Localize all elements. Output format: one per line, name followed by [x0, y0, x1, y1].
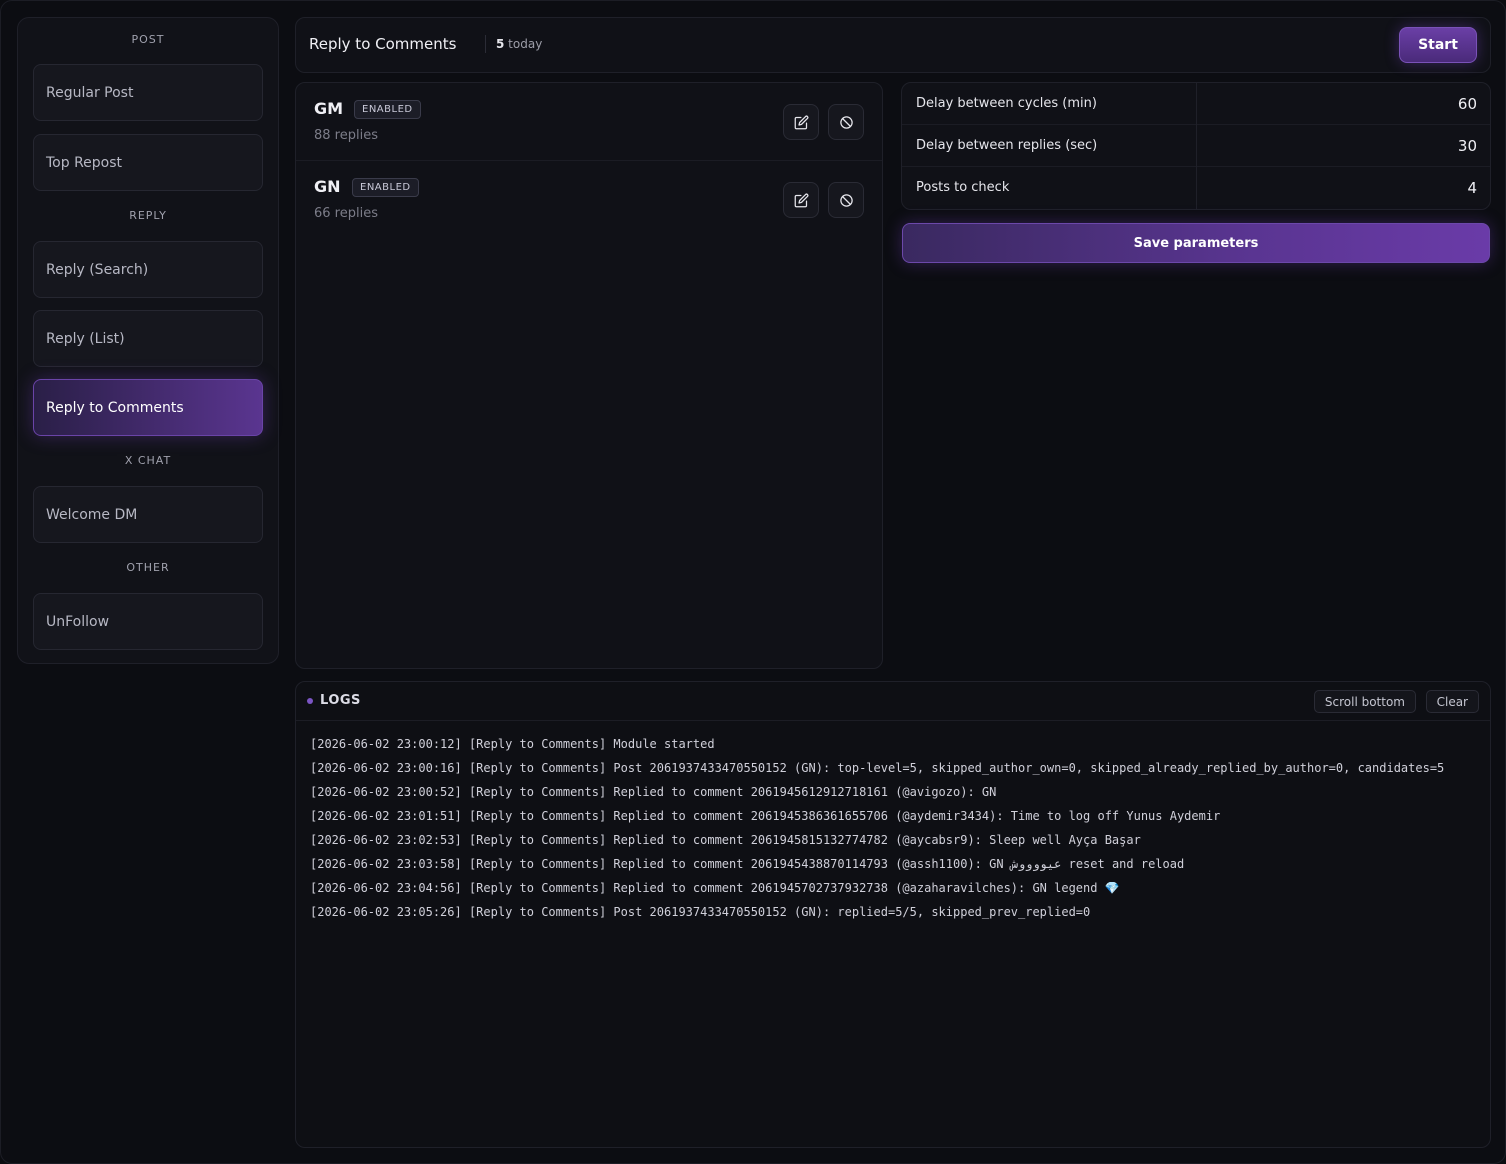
sidebar-item-top-repost[interactable]: Top Repost	[33, 134, 263, 191]
ban-icon	[839, 115, 853, 129]
ban-icon	[839, 193, 853, 207]
reply-template-row[interactable]: GM ENABLED 88 replies	[296, 83, 882, 161]
edit-button[interactable]	[783, 182, 819, 218]
param-row-cycle-delay: Delay between cycles (min) 60	[902, 83, 1490, 125]
param-label: Delay between replies (sec)	[916, 138, 1098, 153]
sidebar-item-label: Top Repost	[46, 154, 123, 171]
logs-title: LOGS	[320, 693, 361, 708]
section-label-post: POST	[18, 33, 278, 46]
log-line: [2026-06-02 23:03:58] [Reply to Comments…	[310, 857, 1185, 871]
edit-icon	[794, 193, 808, 207]
reply-template-row[interactable]: GN ENABLED 66 replies	[296, 161, 882, 239]
log-line: [2026-06-02 23:05:26] [Reply to Comments…	[310, 905, 1091, 919]
reply-templates-panel: GM ENABLED 88 replies GN ENABLED 66 repl…	[295, 82, 883, 669]
app-window: POST Regular Post Top Repost REPLY Reply…	[0, 0, 1506, 1164]
start-button[interactable]: Start	[1399, 27, 1477, 63]
today-count: 5 today	[496, 37, 543, 51]
param-row-reply-delay: Delay between replies (sec) 30	[902, 125, 1490, 167]
replies-count: 66 replies	[314, 206, 378, 221]
template-name: GN	[314, 177, 341, 196]
param-value-input[interactable]: 60	[1458, 95, 1477, 113]
sidebar-item-welcome-dm[interactable]: Welcome DM	[33, 486, 263, 543]
sidebar-item-label: Reply (List)	[46, 330, 125, 347]
param-label: Posts to check	[916, 180, 1010, 195]
sidebar-item-label: Reply to Comments	[46, 399, 184, 416]
log-line: [2026-06-02 23:02:53] [Reply to Comments…	[310, 833, 1141, 847]
param-value-input[interactable]: 30	[1458, 137, 1477, 155]
sidebar-item-reply-search[interactable]: Reply (Search)	[33, 241, 263, 298]
param-value-input[interactable]: 4	[1467, 179, 1477, 197]
section-label-x-chat: X CHAT	[18, 454, 278, 467]
edit-icon	[794, 115, 808, 129]
logs-header: LOGS Scroll bottom Clear	[296, 682, 1490, 721]
sidebar-item-regular-post[interactable]: Regular Post	[33, 64, 263, 121]
param-divider	[1196, 167, 1197, 209]
status-badge: ENABLED	[354, 100, 421, 119]
section-label-reply: REPLY	[18, 209, 278, 222]
parameters-table: Delay between cycles (min) 60 Delay betw…	[901, 82, 1491, 210]
scroll-bottom-button[interactable]: Scroll bottom	[1313, 690, 1416, 713]
logs-dot-icon	[307, 698, 313, 704]
template-name: GM	[314, 99, 344, 118]
clear-logs-button[interactable]: Clear	[1425, 690, 1479, 713]
log-line: [2026-06-02 23:01:51] [Reply to Comments…	[310, 809, 1221, 823]
param-divider	[1196, 125, 1197, 167]
disable-button[interactable]	[828, 182, 864, 218]
replies-count: 88 replies	[314, 128, 378, 143]
sidebar-item-reply-list[interactable]: Reply (List)	[33, 310, 263, 367]
log-output: [2026-06-02 23:00:12] [Reply to Comments…	[310, 734, 1480, 926]
log-line: [2026-06-02 23:04:56] [Reply to Comments…	[310, 881, 1120, 895]
log-line: [2026-06-02 23:00:52] [Reply to Comments…	[310, 785, 997, 799]
log-line: [2026-06-02 23:00:12] [Reply to Comments…	[310, 737, 715, 751]
sidebar-item-label: Regular Post	[46, 84, 134, 101]
logs-panel: LOGS Scroll bottom Clear [2026-06-02 23:…	[295, 681, 1491, 1148]
status-badge: ENABLED	[352, 178, 419, 197]
page-title: Reply to Comments	[309, 35, 457, 53]
log-line: [2026-06-02 23:00:16] [Reply to Comments…	[310, 761, 1445, 775]
disable-button[interactable]	[828, 104, 864, 140]
header-divider	[485, 35, 486, 53]
edit-button[interactable]	[783, 104, 819, 140]
sidebar: POST Regular Post Top Repost REPLY Reply…	[17, 17, 279, 664]
sidebar-item-label: Reply (Search)	[46, 261, 149, 278]
module-header: Reply to Comments 5 today Start	[295, 17, 1491, 73]
sidebar-item-reply-to-comments[interactable]: Reply to Comments	[33, 379, 263, 436]
param-label: Delay between cycles (min)	[916, 96, 1097, 111]
section-label-other: OTHER	[18, 561, 278, 574]
param-row-posts-to-check: Posts to check 4	[902, 167, 1490, 209]
sidebar-item-label: UnFollow	[46, 613, 110, 630]
sidebar-item-unfollow[interactable]: UnFollow	[33, 593, 263, 650]
sidebar-item-label: Welcome DM	[46, 506, 138, 523]
save-parameters-button[interactable]: Save parameters	[902, 223, 1490, 263]
param-divider	[1196, 83, 1197, 125]
